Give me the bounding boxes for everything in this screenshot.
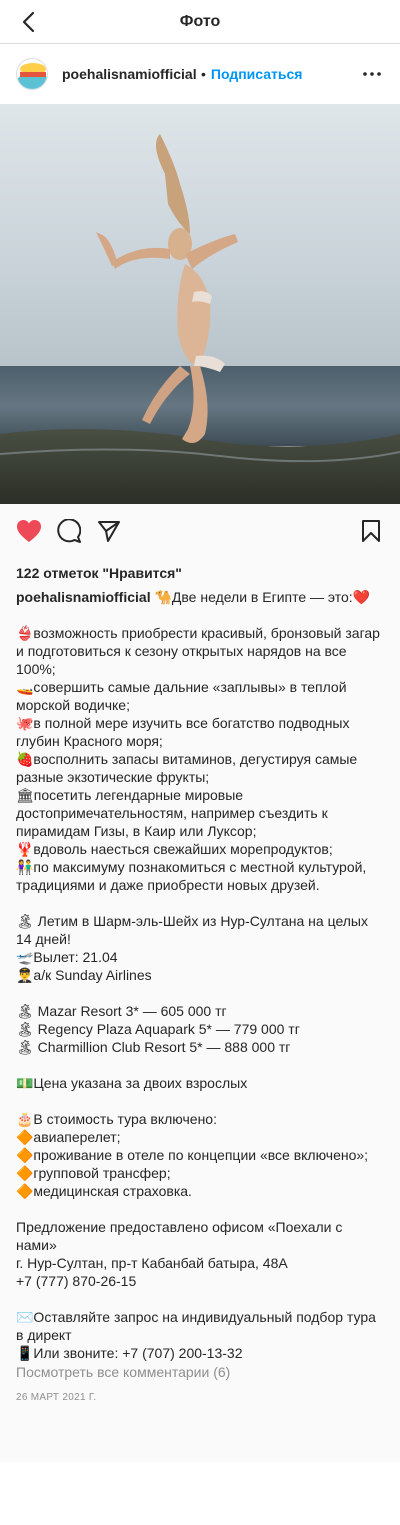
caption-line bbox=[16, 606, 384, 624]
caption-line: 🏛посетить легендарные мировые достоприме… bbox=[16, 787, 332, 839]
caption: poehalisnamiofficial 🐪Две недели в Египт… bbox=[0, 588, 400, 1362]
action-bar bbox=[0, 504, 400, 558]
post-header: poehalisnamiofficial • Подписаться bbox=[0, 44, 400, 104]
avatar[interactable] bbox=[16, 58, 48, 90]
caption-line: 🐙в полной мере изучить все богатство под… bbox=[16, 715, 354, 749]
post-username[interactable]: poehalisnamiofficial bbox=[62, 66, 196, 82]
caption-line: 👨‍✈️а/к Sunday Airlines bbox=[16, 967, 152, 983]
caption-line: 🍓восполнить запасы витаминов, дегустируя… bbox=[16, 751, 362, 785]
more-dots-icon bbox=[363, 72, 381, 76]
caption-line: 🦞вдоволь наесться свежайших морепродукто… bbox=[16, 841, 333, 857]
comment-icon bbox=[57, 519, 81, 543]
page-title: Фото bbox=[179, 12, 221, 30]
top-bar: Фото bbox=[0, 0, 400, 44]
post-photo[interactable] bbox=[0, 104, 400, 504]
caption-line: 🔶проживание в отеле по концепции «все вк… bbox=[16, 1147, 369, 1163]
comment-button[interactable] bbox=[56, 518, 82, 544]
bookmark-icon bbox=[362, 520, 380, 542]
caption-line: 💵Цена указана за двоих взрослых bbox=[16, 1075, 248, 1091]
caption-line bbox=[16, 1200, 384, 1218]
share-button[interactable] bbox=[96, 518, 122, 544]
caption-line: г. Нур-Султан, пр-т Кабанбай батыра, 48А bbox=[16, 1255, 288, 1271]
caption-line: 🛫Вылет: 21.04 bbox=[16, 949, 118, 965]
caption-line: 🏝 Летим в Шарм-эль-Шейх из Нур-Султана н… bbox=[16, 913, 372, 947]
caption-line: Предложение предоставлено офисом «Поехал… bbox=[16, 1219, 347, 1253]
back-chevron-icon bbox=[22, 11, 35, 33]
caption-line: +7 (777) 870-26-15 bbox=[16, 1273, 137, 1289]
post-date: 26 МАРТ 2021 Г. bbox=[16, 1392, 97, 1403]
view-comments-link[interactable]: Посмотреть все комментарии (6) bbox=[0, 1364, 400, 1380]
caption-username[interactable]: poehalisnamiofficial bbox=[16, 589, 151, 605]
caption-line: 🔶групповой трансфер; bbox=[16, 1165, 171, 1181]
caption-line: 👙возможность приобрести красивый, бронзо… bbox=[16, 625, 384, 677]
caption-line: ✉️Оставляйте запрос на индивидуальный по… bbox=[16, 1309, 380, 1343]
caption-line: 👫по максимуму познакомиться с местной ку… bbox=[16, 859, 371, 893]
avatar-logo bbox=[17, 59, 47, 89]
caption-line: 🚤совершить самые дальние «заплывы» в теп… bbox=[16, 679, 351, 713]
caption-line: 🔶авиаперелет; bbox=[16, 1129, 121, 1145]
caption-line bbox=[16, 1056, 384, 1074]
like-button[interactable] bbox=[16, 518, 42, 544]
caption-line: 📱Или звоните: +7 (707) 200-13-32 bbox=[16, 1345, 243, 1361]
likes-count[interactable]: 122 отметок "Нравится" bbox=[0, 562, 400, 584]
caption-line bbox=[16, 894, 384, 912]
follow-button[interactable]: Подписаться bbox=[211, 66, 303, 82]
save-button[interactable] bbox=[358, 518, 384, 544]
caption-line: 🏝 Regency Plaza Aquapark 5* — 779 000 тг bbox=[16, 1021, 300, 1037]
separator-dot: • bbox=[201, 66, 206, 82]
caption-line: 🐪Две недели в Египте — это:❤️ bbox=[154, 589, 371, 605]
caption-line: 🏝 Mazar Resort 3* — 605 000 тг bbox=[16, 1003, 227, 1019]
heart-icon bbox=[17, 520, 41, 542]
share-icon bbox=[98, 521, 120, 542]
post-details: 122 отметок "Нравится" poehalisnamioffic… bbox=[0, 504, 400, 1462]
caption-line bbox=[16, 1092, 384, 1110]
caption-line: 🔶медицинская страховка. bbox=[16, 1183, 192, 1199]
caption-line: 🏝 Charmillion Club Resort 5* — 888 000 т… bbox=[16, 1039, 291, 1055]
caption-line bbox=[16, 984, 384, 1002]
back-button[interactable] bbox=[14, 8, 42, 36]
caption-line bbox=[16, 1290, 384, 1308]
caption-line: 🎂В стоимость тура включено: bbox=[16, 1111, 217, 1127]
more-options-button[interactable] bbox=[360, 62, 384, 86]
